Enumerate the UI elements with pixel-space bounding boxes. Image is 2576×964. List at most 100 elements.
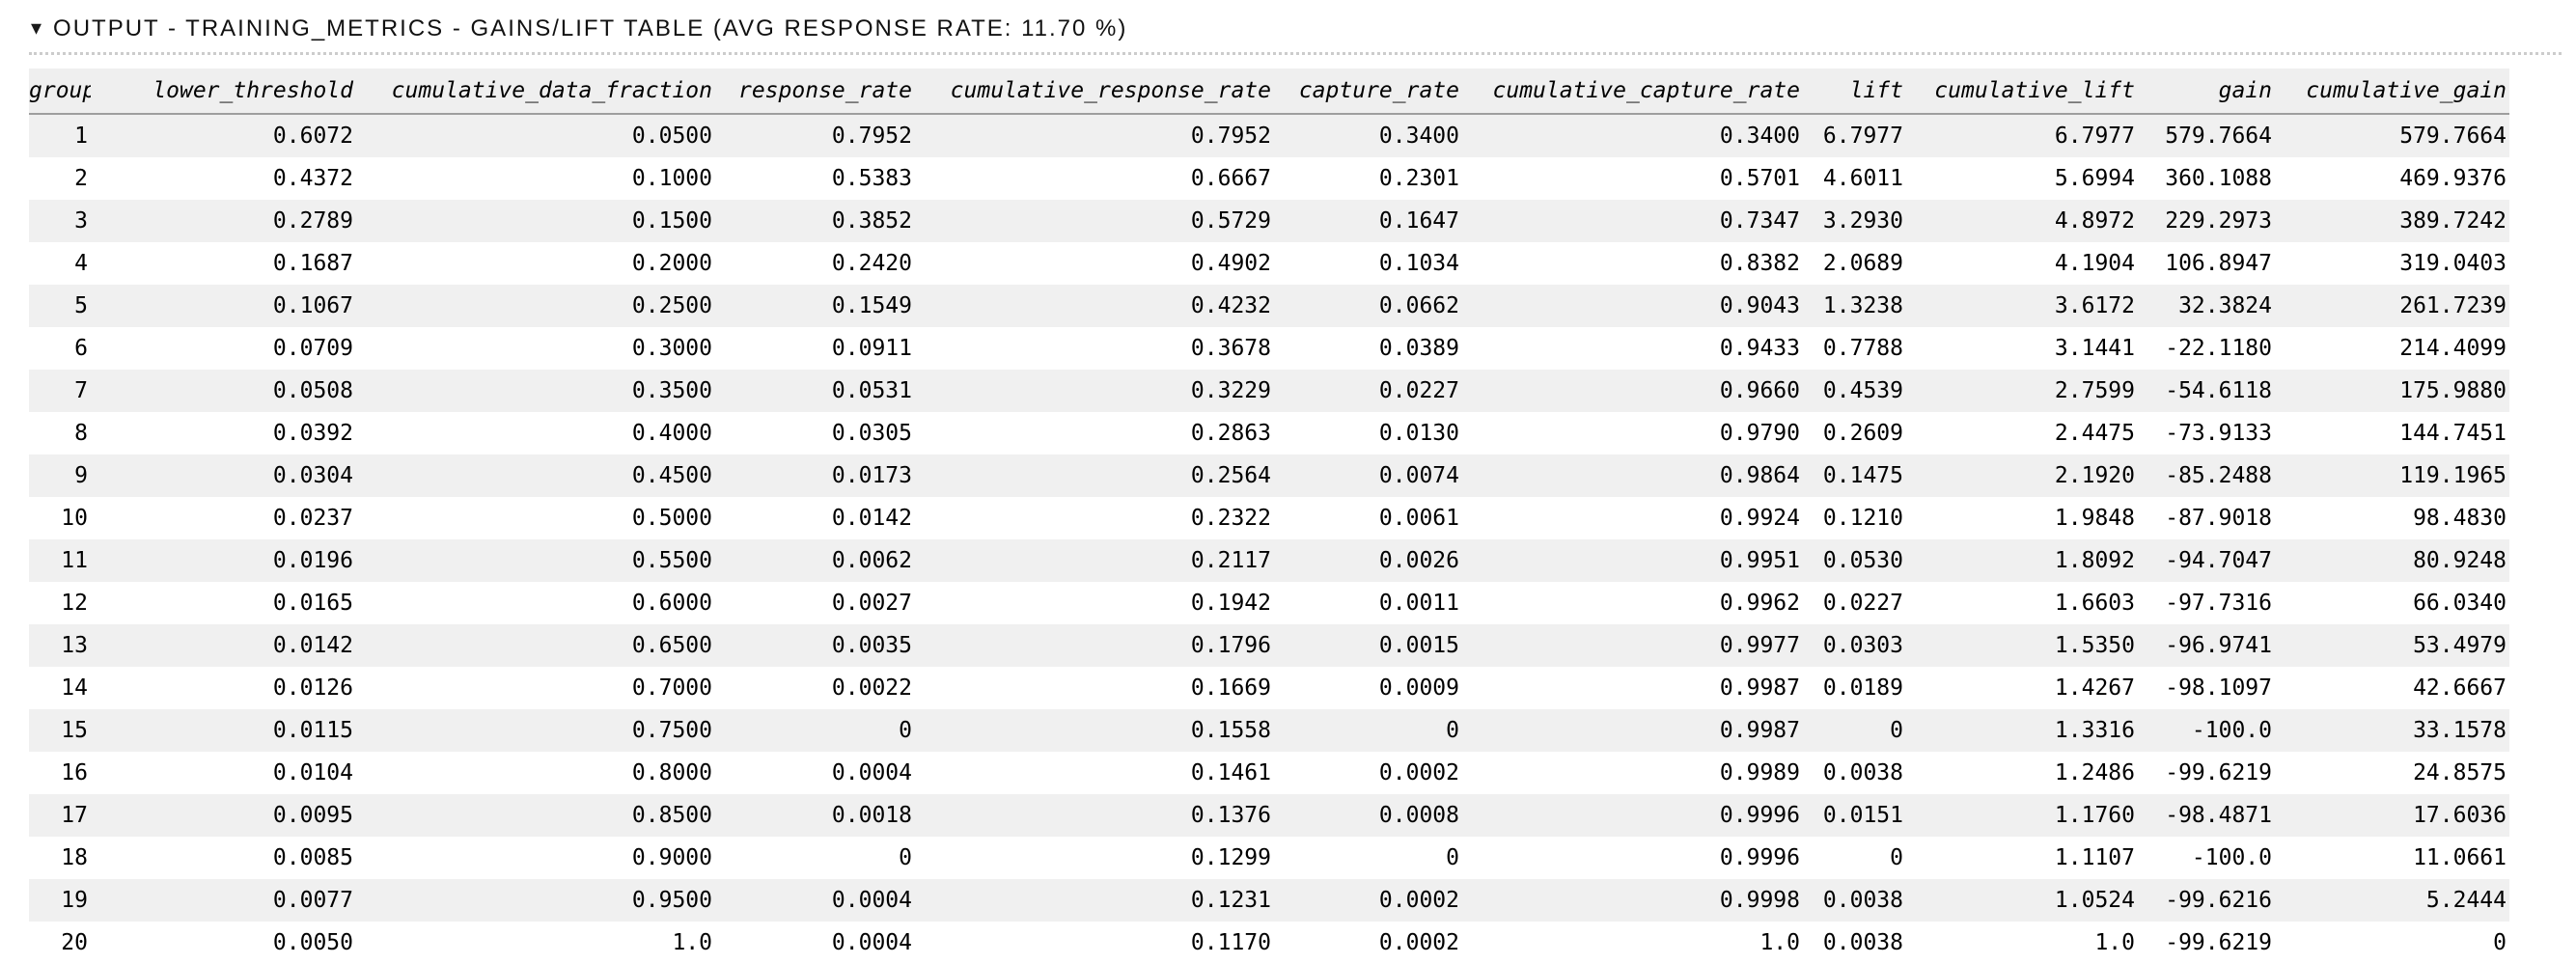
table-cell: 0.9924 bbox=[1462, 497, 1803, 539]
table-cell: 360.1088 bbox=[2138, 157, 2275, 200]
table-row: 30.27890.15000.38520.57290.16470.73473.2… bbox=[29, 200, 2509, 242]
table-cell: 0.9987 bbox=[1462, 709, 1803, 752]
gains-lift-table: group lower_threshold cumulative_data_fr… bbox=[29, 69, 2509, 964]
table-cell: 0.0662 bbox=[1274, 285, 1462, 327]
section-header-toggle[interactable]: ▾ OUTPUT - TRAINING_METRICS - GAINS/LIFT… bbox=[29, 0, 2562, 55]
table-cell: 0.4500 bbox=[356, 454, 715, 497]
table-cell: 0.9043 bbox=[1462, 285, 1803, 327]
table-cell: 0.3678 bbox=[915, 327, 1274, 370]
table-cell: 0.7000 bbox=[356, 667, 715, 709]
table-cell: -94.7047 bbox=[2138, 539, 2275, 582]
table-cell: -22.1180 bbox=[2138, 327, 2275, 370]
table-cell: 0.1231 bbox=[915, 879, 1274, 922]
table-cell: -85.2488 bbox=[2138, 454, 2275, 497]
table-cell: 0.6667 bbox=[915, 157, 1274, 200]
table-cell: 4.8972 bbox=[1906, 200, 2138, 242]
table-cell: 0.6000 bbox=[356, 582, 715, 624]
table-cell: 4.6011 bbox=[1803, 157, 1906, 200]
table-cell: 0.2863 bbox=[915, 412, 1274, 454]
table-cell: 0.9987 bbox=[1462, 667, 1803, 709]
table-cell: 0.0038 bbox=[1803, 879, 1906, 922]
table-cell: 106.8947 bbox=[2138, 242, 2275, 285]
table-cell: 0 bbox=[1274, 709, 1462, 752]
table-cell: 389.7242 bbox=[2275, 200, 2509, 242]
column-header-capture-rate: capture_rate bbox=[1274, 69, 1462, 114]
table-cell: 0.0196 bbox=[91, 539, 356, 582]
table-cell: 0.0026 bbox=[1274, 539, 1462, 582]
table-cell: 0.0008 bbox=[1274, 794, 1462, 837]
table-cell: 1.0 bbox=[1906, 922, 2138, 964]
table-cell: 1.0524 bbox=[1906, 879, 2138, 922]
table-cell: 20 bbox=[29, 922, 91, 964]
table-cell: 0.2322 bbox=[915, 497, 1274, 539]
table-cell: 0.0227 bbox=[1803, 582, 1906, 624]
table-cell: 3.1441 bbox=[1906, 327, 2138, 370]
table-cell: -87.9018 bbox=[2138, 497, 2275, 539]
table-cell: 0.0035 bbox=[715, 624, 915, 667]
table-cell: 13 bbox=[29, 624, 91, 667]
table-row: 50.10670.25000.15490.42320.06620.90431.3… bbox=[29, 285, 2509, 327]
table-cell: 469.9376 bbox=[2275, 157, 2509, 200]
table-cell: 3.6172 bbox=[1906, 285, 2138, 327]
table-cell: 1.3316 bbox=[1906, 709, 2138, 752]
column-header-group: group bbox=[29, 69, 91, 114]
table-cell: 0.0104 bbox=[91, 752, 356, 794]
section-title: OUTPUT - TRAINING_METRICS - GAINS/LIFT T… bbox=[53, 15, 1127, 42]
table-cell: 11.0661 bbox=[2275, 837, 2509, 879]
table-cell: 1.1107 bbox=[1906, 837, 2138, 879]
table-cell: 11 bbox=[29, 539, 91, 582]
table-cell: 0.0002 bbox=[1274, 879, 1462, 922]
table-cell: 0.9962 bbox=[1462, 582, 1803, 624]
table-cell: 0.9977 bbox=[1462, 624, 1803, 667]
table-row: 180.00850.900000.129900.999601.1107-100.… bbox=[29, 837, 2509, 879]
table-cell: 98.4830 bbox=[2275, 497, 2509, 539]
table-cell: 0.0531 bbox=[715, 370, 915, 412]
table-cell: 19 bbox=[29, 879, 91, 922]
table-cell: 0.0022 bbox=[715, 667, 915, 709]
table-cell: 0.0227 bbox=[1274, 370, 1462, 412]
table-cell: 0.8382 bbox=[1462, 242, 1803, 285]
table-cell: 32.3824 bbox=[2138, 285, 2275, 327]
table-cell: 0.2000 bbox=[356, 242, 715, 285]
table-cell: 6.7977 bbox=[1906, 114, 2138, 157]
table-cell: 16 bbox=[29, 752, 91, 794]
table-cell: 5.6994 bbox=[1906, 157, 2138, 200]
table-cell: 0.0709 bbox=[91, 327, 356, 370]
table-cell: 229.2973 bbox=[2138, 200, 2275, 242]
table-cell: 0.3000 bbox=[356, 327, 715, 370]
table-cell: 0 bbox=[715, 709, 915, 752]
table-cell: 2 bbox=[29, 157, 91, 200]
table-cell: 24.8575 bbox=[2275, 752, 2509, 794]
table-cell: 0.0077 bbox=[91, 879, 356, 922]
table-cell: 0.0530 bbox=[1803, 539, 1906, 582]
table-cell: 0.0151 bbox=[1803, 794, 1906, 837]
table-cell: 0.0165 bbox=[91, 582, 356, 624]
table-cell: 0.1210 bbox=[1803, 497, 1906, 539]
table-cell: 0.1558 bbox=[915, 709, 1274, 752]
table-cell: 0.2609 bbox=[1803, 412, 1906, 454]
table-row: 200.00501.00.00040.11700.00021.00.00381.… bbox=[29, 922, 2509, 964]
table-cell: 12 bbox=[29, 582, 91, 624]
table-cell: 0.0027 bbox=[715, 582, 915, 624]
column-header-cumulative-data-fraction: cumulative_data_fraction bbox=[356, 69, 715, 114]
table-cell: 0.7952 bbox=[715, 114, 915, 157]
table-cell: 1.5350 bbox=[1906, 624, 2138, 667]
table-cell: 0.2564 bbox=[915, 454, 1274, 497]
table-cell: 4 bbox=[29, 242, 91, 285]
table-cell: 80.9248 bbox=[2275, 539, 2509, 582]
table-cell: 0.0911 bbox=[715, 327, 915, 370]
collapse-caret-icon[interactable]: ▾ bbox=[31, 18, 42, 40]
table-cell: 0.9660 bbox=[1462, 370, 1803, 412]
column-header-response-rate: response_rate bbox=[715, 69, 915, 114]
table-cell: 0.0508 bbox=[91, 370, 356, 412]
table-cell: 0.1687 bbox=[91, 242, 356, 285]
table-cell: 1.2486 bbox=[1906, 752, 2138, 794]
table-cell: -98.4871 bbox=[2138, 794, 2275, 837]
table-cell: 0.2789 bbox=[91, 200, 356, 242]
column-header-cumulative-gain: cumulative_gain bbox=[2275, 69, 2509, 114]
table-cell: 1.3238 bbox=[1803, 285, 1906, 327]
table-cell: 0 bbox=[1803, 709, 1906, 752]
table-cell: 0.1034 bbox=[1274, 242, 1462, 285]
table-cell: 0.3500 bbox=[356, 370, 715, 412]
table-cell: 0.0142 bbox=[715, 497, 915, 539]
